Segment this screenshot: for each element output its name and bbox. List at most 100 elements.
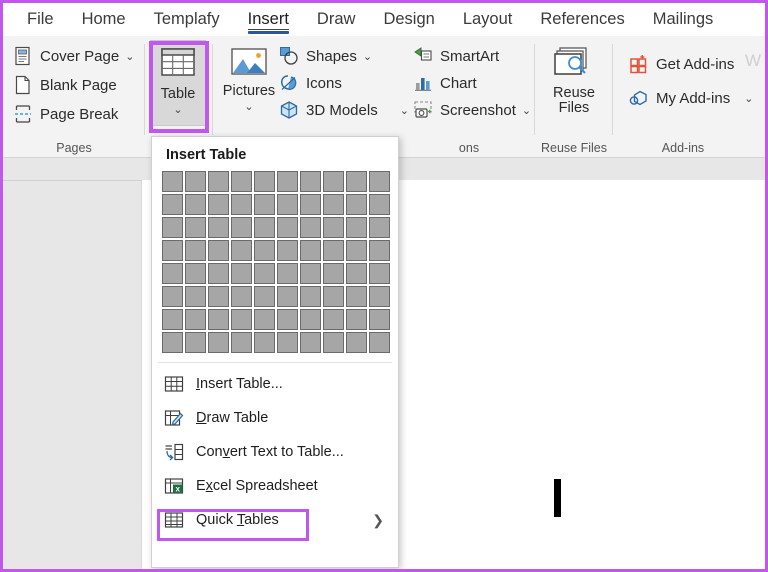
menu-item-quick-tables[interactable]: Quick Tables ❯	[152, 503, 398, 537]
grid-cell[interactable]	[208, 240, 229, 261]
smartart-button[interactable]: SmartArt	[409, 42, 503, 70]
grid-cell[interactable]	[208, 171, 229, 192]
grid-cell[interactable]	[277, 286, 298, 307]
table-button[interactable]: Table ⌄	[150, 40, 206, 126]
grid-cell[interactable]	[277, 332, 298, 353]
grid-cell[interactable]	[300, 309, 321, 330]
menu-item-convert-text-to-table[interactable]: Convert Text to Table...	[152, 435, 398, 469]
grid-cell[interactable]	[369, 309, 390, 330]
grid-cell[interactable]	[185, 332, 206, 353]
grid-cell[interactable]	[346, 194, 367, 215]
grid-cell[interactable]	[231, 194, 252, 215]
grid-cell[interactable]	[369, 286, 390, 307]
grid-cell[interactable]	[231, 217, 252, 238]
grid-cell[interactable]	[323, 217, 344, 238]
grid-cell[interactable]	[185, 217, 206, 238]
grid-cell[interactable]	[277, 240, 298, 261]
grid-cell[interactable]	[231, 171, 252, 192]
grid-cell[interactable]	[162, 332, 183, 353]
grid-cell[interactable]	[185, 286, 206, 307]
chevron-down-icon[interactable]: ⌄	[522, 104, 531, 117]
grid-cell[interactable]	[369, 194, 390, 215]
tab-layout[interactable]: Layout	[449, 3, 527, 36]
tab-insert[interactable]: Insert	[234, 3, 303, 36]
grid-cell[interactable]	[254, 286, 275, 307]
chevron-down-icon[interactable]: ⌄	[244, 100, 253, 113]
grid-cell[interactable]	[323, 240, 344, 261]
tab-references[interactable]: References	[526, 3, 638, 36]
grid-cell[interactable]	[369, 332, 390, 353]
tab-draw[interactable]: Draw	[303, 3, 370, 36]
grid-cell[interactable]	[369, 263, 390, 284]
grid-cell[interactable]	[300, 194, 321, 215]
get-addins-button[interactable]: Get Add-ins	[625, 50, 738, 78]
grid-cell[interactable]	[208, 194, 229, 215]
grid-cell[interactable]	[300, 286, 321, 307]
grid-cell[interactable]	[162, 194, 183, 215]
grid-cell[interactable]	[231, 240, 252, 261]
grid-cell[interactable]	[208, 286, 229, 307]
grid-cell[interactable]	[323, 309, 344, 330]
grid-cell[interactable]	[323, 286, 344, 307]
reuse-files-button[interactable]: Reuse Files	[546, 40, 602, 126]
grid-cell[interactable]	[277, 194, 298, 215]
grid-cell[interactable]	[277, 309, 298, 330]
menu-item-excel-spreadsheet[interactable]: x Excel Spreadsheet	[152, 469, 398, 503]
blank-page-button[interactable]: Blank Page	[9, 71, 121, 99]
chevron-down-icon[interactable]: ⌄	[363, 50, 372, 63]
grid-cell[interactable]	[185, 171, 206, 192]
grid-cell[interactable]	[323, 194, 344, 215]
grid-cell[interactable]	[208, 217, 229, 238]
grid-cell[interactable]	[208, 309, 229, 330]
grid-cell[interactable]	[185, 263, 206, 284]
grid-cell[interactable]	[162, 171, 183, 192]
grid-cell[interactable]	[231, 332, 252, 353]
grid-cell[interactable]	[277, 263, 298, 284]
grid-cell[interactable]	[346, 286, 367, 307]
grid-cell[interactable]	[162, 263, 183, 284]
grid-cell[interactable]	[231, 309, 252, 330]
grid-cell[interactable]	[185, 194, 206, 215]
tab-file[interactable]: File	[13, 3, 68, 36]
tab-home[interactable]: Home	[68, 3, 140, 36]
cover-page-button[interactable]: Cover Page ⌄	[9, 42, 138, 70]
grid-cell[interactable]	[346, 217, 367, 238]
chevron-down-icon[interactable]: ⌄	[400, 104, 409, 117]
grid-cell[interactable]	[300, 240, 321, 261]
grid-cell[interactable]	[346, 240, 367, 261]
table-size-grid[interactable]	[152, 169, 398, 359]
grid-cell[interactable]	[162, 217, 183, 238]
grid-cell[interactable]	[162, 286, 183, 307]
grid-cell[interactable]	[369, 240, 390, 261]
grid-cell[interactable]	[254, 309, 275, 330]
grid-cell[interactable]	[185, 240, 206, 261]
grid-cell[interactable]	[231, 263, 252, 284]
grid-cell[interactable]	[300, 263, 321, 284]
grid-cell[interactable]	[300, 332, 321, 353]
grid-cell[interactable]	[254, 263, 275, 284]
grid-cell[interactable]	[254, 217, 275, 238]
grid-cell[interactable]	[346, 309, 367, 330]
pictures-button[interactable]: Pictures ⌄	[221, 40, 277, 126]
tab-templafy[interactable]: Templafy	[140, 3, 234, 36]
3d-models-button[interactable]: 3D Models ⌄	[275, 96, 413, 124]
grid-cell[interactable]	[323, 171, 344, 192]
page-break-button[interactable]: Page Break	[9, 100, 122, 128]
grid-cell[interactable]	[323, 263, 344, 284]
chevron-down-icon[interactable]: ⌄	[744, 92, 753, 105]
grid-cell[interactable]	[346, 332, 367, 353]
grid-cell[interactable]	[323, 332, 344, 353]
grid-cell[interactable]	[300, 171, 321, 192]
grid-cell[interactable]	[208, 263, 229, 284]
menu-item-draw-table[interactable]: Draw Table	[152, 401, 398, 435]
tab-design[interactable]: Design	[369, 3, 448, 36]
grid-cell[interactable]	[231, 286, 252, 307]
grid-cell[interactable]	[277, 217, 298, 238]
chart-button[interactable]: Chart	[409, 69, 481, 97]
icons-button[interactable]: Icons	[275, 69, 346, 97]
grid-cell[interactable]	[162, 240, 183, 261]
tab-mailings[interactable]: Mailings	[639, 3, 728, 36]
grid-cell[interactable]	[208, 332, 229, 353]
grid-cell[interactable]	[346, 171, 367, 192]
shapes-button[interactable]: Shapes ⌄	[275, 42, 376, 70]
